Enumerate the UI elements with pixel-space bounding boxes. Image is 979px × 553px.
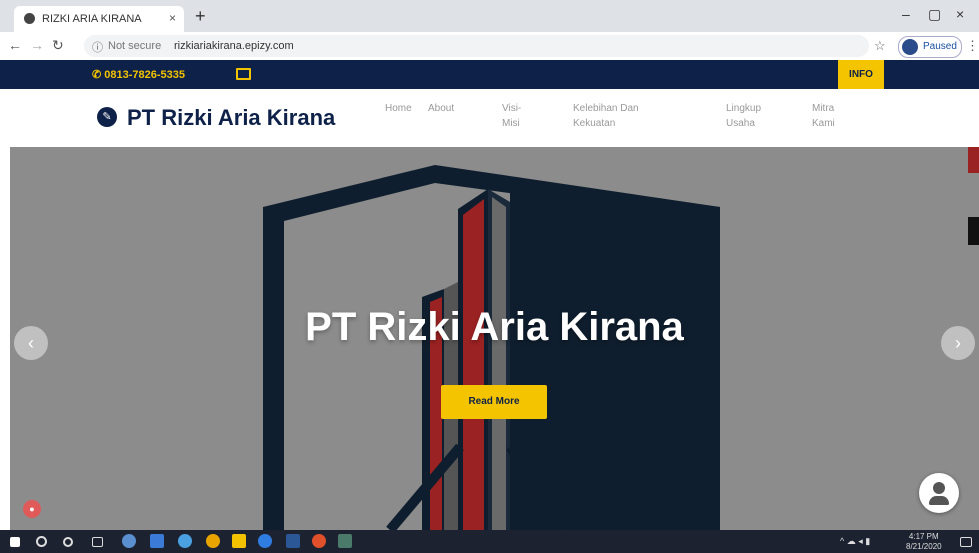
word-icon[interactable] (286, 534, 300, 548)
site-topbar: ✆ 0813-7826-5335 INFO (0, 60, 979, 89)
profile-button[interactable]: Paused (898, 36, 962, 58)
notification-icon[interactable]: ● (23, 500, 41, 518)
info-icon[interactable]: ⓘ (92, 39, 103, 55)
reload-icon[interactable]: ↻ (52, 37, 64, 54)
maximize-button[interactable]: ▢ (928, 6, 941, 23)
brand-name[interactable]: PT Rizki Aria Kirana (127, 105, 335, 131)
side-decoration-dark (968, 217, 979, 245)
windows-taskbar: ^ ☁ ◂ ▮ 4:17 PM 8/21/2020 (0, 530, 979, 553)
tab-title: RIZKI ARIA KIRANA (42, 13, 142, 25)
address-bar-row: ← → ↻ ⓘ Not secure rizkiariakirana.epizy… (0, 32, 979, 61)
app-icon-5[interactable] (338, 534, 352, 548)
back-icon[interactable]: ← (8, 37, 22, 53)
carousel-prev-button[interactable]: ‹ (14, 326, 48, 360)
notification-center-icon[interactable] (960, 537, 972, 547)
clock-time: 4:17 PM (908, 532, 939, 541)
windows-start-icon[interactable] (10, 537, 20, 547)
app-icon-1[interactable] (122, 534, 136, 548)
nav-mitra-kami[interactable]: Mitra Kami (812, 101, 835, 131)
bookmark-star-icon[interactable]: ☆ (874, 38, 886, 54)
logo-icon[interactable]: ✎ (97, 107, 117, 127)
nav-home[interactable]: Home (385, 101, 412, 116)
browser-tab-bar: RIZKI ARIA KIRANA × + – ▢ × (0, 0, 979, 32)
mail-icon[interactable] (236, 68, 251, 80)
nav-lingkup-usaha[interactable]: Lingkup Usaha (726, 101, 761, 131)
chat-user-icon[interactable] (919, 473, 959, 513)
security-label: Not secure (108, 40, 162, 52)
app-icon-2[interactable] (150, 534, 164, 548)
side-decoration-red (968, 147, 979, 173)
phone-number[interactable]: ✆ 0813-7826-5335 (92, 68, 185, 81)
phone-text: 0813-7826-5335 (104, 69, 186, 81)
favicon-icon (24, 13, 35, 24)
app-icon-3[interactable] (178, 534, 192, 548)
nav-visi-misi[interactable]: Visi- Misi (502, 101, 521, 131)
close-window-button[interactable]: × (956, 6, 964, 22)
site-header: ✎ PT Rizki Aria Kirana Home About Visi- … (0, 89, 979, 147)
system-clock[interactable]: 4:17 PM 8/21/2020 (906, 532, 942, 552)
file-explorer-icon[interactable] (232, 534, 246, 548)
hero-title: PT Rizki Aria Kirana (305, 305, 684, 349)
new-tab-button[interactable]: + (195, 6, 206, 27)
edge-icon[interactable] (258, 534, 272, 548)
user-head-shape (933, 482, 945, 494)
forward-icon[interactable]: → (30, 37, 44, 53)
menu-kebab-icon[interactable]: ⋮ (966, 38, 979, 54)
task-view-icon[interactable] (92, 537, 103, 547)
url-text[interactable]: rizkiariakirana.epizy.com (174, 40, 294, 52)
clock-date: 8/21/2020 (906, 542, 942, 551)
user-body-shape (929, 496, 949, 505)
tab-close-icon[interactable]: × (169, 11, 176, 25)
profile-status: Paused (923, 41, 957, 52)
system-tray[interactable]: ^ ☁ ◂ ▮ (840, 536, 870, 547)
app-icon-4[interactable] (312, 534, 326, 548)
chrome-icon[interactable] (206, 534, 220, 548)
info-button[interactable]: INFO (838, 60, 884, 89)
read-more-button[interactable]: Read More (441, 385, 547, 419)
search-icon[interactable] (36, 536, 47, 547)
minimize-button[interactable]: – (902, 6, 910, 22)
nav-kelebihan[interactable]: Kelebihan Dan Kekuatan (573, 101, 639, 131)
browser-tab[interactable]: RIZKI ARIA KIRANA × (14, 6, 184, 32)
url-field[interactable]: ⓘ Not secure rizkiariakirana.epizy.com (84, 35, 869, 57)
avatar (902, 39, 918, 55)
nav-about[interactable]: About (428, 101, 454, 116)
hero-carousel: PT Rizki Aria Kirana Read More ‹ › ● (10, 147, 979, 530)
carousel-next-button[interactable]: › (941, 326, 975, 360)
cortana-icon[interactable] (63, 537, 73, 547)
